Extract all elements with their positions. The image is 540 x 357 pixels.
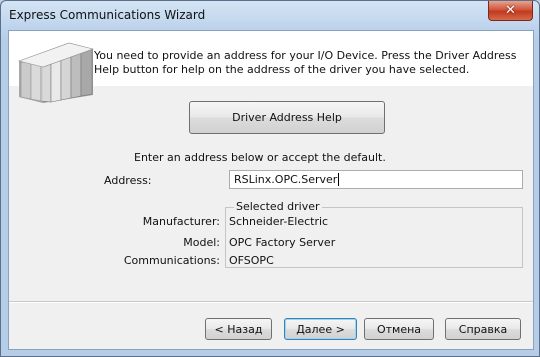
driver-address-help-button[interactable]: Driver Address Help	[189, 101, 385, 134]
title-bar: Express Communications Wizard ✕	[1, 1, 539, 29]
address-label: Address:	[104, 174, 152, 187]
text-caret	[338, 173, 340, 186]
model-label: Model:	[183, 236, 220, 249]
next-button[interactable]: Далее >	[284, 318, 357, 340]
communications-label: Communications:	[123, 254, 220, 267]
model-value: OPC Factory Server	[229, 236, 336, 249]
communications-value: OFSOPC	[229, 254, 274, 267]
io-rack-icon	[17, 42, 95, 103]
manufacturer-value: Schneider-Electric	[229, 215, 329, 228]
address-value: RSLinx.OPC.Server	[234, 173, 338, 186]
close-icon: ✕	[505, 3, 516, 18]
address-prompt: Enter an address below or accept the def…	[134, 151, 386, 164]
window-title: Express Communications Wizard	[9, 8, 206, 22]
cancel-button[interactable]: Отмена	[364, 318, 434, 340]
footer-separator	[9, 301, 533, 303]
back-button[interactable]: < Назад	[205, 318, 272, 340]
selected-driver-legend: Selected driver	[234, 200, 322, 213]
wizard-client-area: You need to provide an address for your …	[8, 30, 534, 350]
help-button[interactable]: Справка	[445, 318, 521, 340]
wizard-window: Express Communications Wizard ✕ You need…	[0, 0, 540, 357]
instruction-text: You need to provide an address for your …	[94, 49, 517, 76]
address-input[interactable]: RSLinx.OPC.Server	[229, 170, 523, 189]
close-button[interactable]: ✕	[488, 1, 533, 21]
manufacturer-label: Manufacturer:	[142, 215, 220, 228]
